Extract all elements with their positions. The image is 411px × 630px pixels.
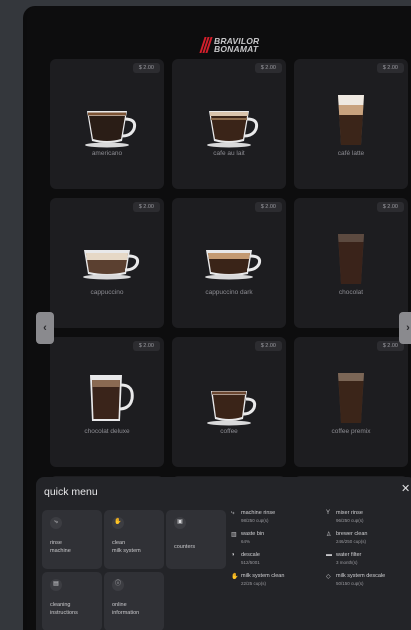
product-tile-coffee-premix[interactable]: $ 2.00 coffee premix (294, 337, 408, 467)
cappuccino-cup-icon (83, 250, 140, 280)
product-tile-americano[interactable]: $ 2.00 americano (50, 59, 164, 189)
button-label: online (112, 602, 127, 608)
quick-menu-panel: quick menu ✕ ⤷ rinse machine ✋ clean mil… (36, 477, 411, 630)
status-title: milk system descale (336, 573, 386, 579)
mixer-icon: Y (326, 510, 331, 516)
product-name: chocolat deluxe (84, 428, 130, 435)
status-value: 246/250 cup(s) (336, 539, 367, 544)
product-name: americano (91, 150, 123, 157)
online-information-button[interactable]: ⓘ online information (104, 572, 164, 630)
product-name: cafe au lait (213, 150, 245, 157)
chocolat-deluxe-mug-icon (90, 375, 134, 421)
status-value: 98/250 cup(s) (241, 518, 269, 523)
counters-icon: ▣ (174, 517, 186, 529)
product-tile-cafe-latte[interactable]: $ 2.00 café latte (294, 59, 408, 189)
cafe-latte-glass-icon (338, 95, 364, 145)
product-tile-cafe-au-lait[interactable]: $ 2.00 cafe au lait (172, 59, 286, 189)
logo-stripes-icon (199, 37, 213, 53)
logo-line-2: BONAMAT (214, 44, 259, 54)
chocolat-glass-icon (338, 234, 364, 284)
rinse-icon: ⤷ (231, 510, 235, 516)
status-value: 96/250 cup(s) (336, 518, 364, 523)
milk-icon: ✋ (112, 517, 124, 529)
product-tile-coffee[interactable]: $ 2.00 coffee (172, 337, 286, 467)
americano-cup-icon (85, 111, 137, 148)
close-icon[interactable]: ✕ (401, 482, 410, 495)
info-icon: ⓘ (112, 579, 124, 591)
status-title: machine rinse (241, 510, 276, 516)
coffee-cup-icon (207, 391, 257, 426)
status-value: 22/25 cup(s) (241, 581, 267, 586)
button-label: rinse (50, 540, 62, 546)
button-label: counters (174, 544, 196, 550)
button-label: milk system (112, 547, 141, 554)
product-tile-cappuccino-dark[interactable]: $ 2.00 cappuccino dark (172, 198, 286, 328)
product-name: coffee (220, 428, 238, 435)
button-label: clean (112, 540, 126, 546)
cafe-au-lait-cup-icon (207, 111, 259, 148)
button-label: cleaning (50, 602, 71, 608)
status-value: 3 month(s) (336, 560, 358, 565)
coffee-premix-glass-icon (338, 373, 364, 423)
product-name: chocolat (338, 289, 364, 296)
rinse-icon: ⤷ (50, 517, 62, 529)
product-name: cappuccino dark (205, 289, 253, 296)
status-title: milk system clean (241, 573, 285, 579)
status-value: 50/150 cup(s) (336, 581, 364, 586)
product-tile-chocolat[interactable]: $ 2.00 chocolat (294, 198, 408, 328)
prev-page-arrow-icon[interactable]: ‹ (36, 312, 54, 344)
cappuccino-dark-cup-icon (205, 250, 262, 280)
descale-icon: ◑ (231, 552, 235, 558)
quick-menu-title: quick menu (44, 486, 98, 498)
status-value: 512/5001 (241, 560, 260, 565)
status-value: 64% (241, 539, 251, 544)
product-name: cappuccino (90, 289, 124, 296)
bin-icon: ▥ (231, 532, 237, 538)
milk-icon: ✋ (231, 574, 239, 580)
cleaning-icon: ▤ (50, 579, 62, 591)
status-title: water filter (336, 552, 362, 558)
status-title: descale (241, 552, 260, 558)
product-name: coffee premix (331, 428, 371, 435)
product-tile-chocolat-deluxe[interactable]: $ 2.00 chocolat deluxe (50, 337, 164, 467)
brewer-icon: ♙ (326, 532, 332, 538)
product-name: café latte (337, 150, 365, 157)
cleaning-instructions-button[interactable]: ▤ cleaning instructions (42, 572, 102, 630)
descale-icon: ◇ (326, 574, 331, 580)
filter-icon: ▬ (326, 552, 332, 558)
button-label: instructions (50, 609, 78, 616)
next-page-arrow-icon[interactable]: › (399, 312, 411, 344)
status-title: mixer rinse (336, 510, 363, 516)
status-title: waste bin (241, 531, 265, 537)
product-tile-cappuccino[interactable]: $ 2.00 cappuccino (50, 198, 164, 328)
rinse-machine-button[interactable]: ⤷ rinse machine (42, 510, 102, 569)
status-title: brewer clean (336, 531, 368, 537)
button-label: information (112, 609, 140, 616)
button-label: machine (50, 547, 71, 554)
bravilor-logo: BRAVILOR BONAMAT (199, 34, 259, 56)
clean-milk-system-button[interactable]: ✋ clean milk system (104, 510, 164, 569)
counters-button[interactable]: ▣ counters (166, 510, 226, 569)
